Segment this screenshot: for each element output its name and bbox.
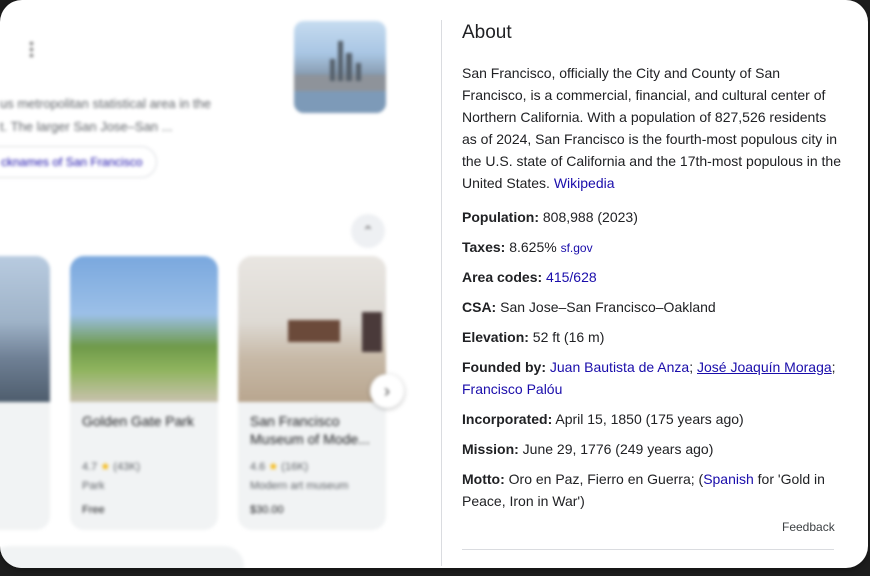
place-price: Free (82, 504, 105, 516)
place-rating: 4.7 ★ (43K) (82, 461, 141, 473)
fact-mission: Mission: June 29, 1776 (249 years ago) (462, 441, 714, 457)
feedback-button[interactable]: Feedback (782, 520, 835, 534)
more-options-icon[interactable] (30, 42, 34, 58)
area-codes-link[interactable]: 415/628 (546, 269, 597, 285)
place-title: San Francisco Museum of Mode... (250, 413, 370, 447)
place-rating: 4.6 ★ (16K) (250, 461, 309, 473)
chevron-up-icon: ⌃ (362, 222, 374, 239)
place-card[interactable]: San Francisco Museum of Mode... 4.6 ★ (1… (238, 256, 386, 530)
place-category: Modern art museum (250, 480, 349, 492)
snippet-line-1: us metropolitan statistical area in the (0, 96, 211, 111)
bottom-divider (462, 549, 834, 550)
wikipedia-link[interactable]: Wikipedia (554, 175, 615, 191)
fact-motto: Motto: Oro en Paz, Fierro en Guerra; (Sp… (462, 471, 825, 509)
place-image (70, 256, 218, 402)
place-card-partial[interactable] (0, 256, 50, 530)
panel-divider (441, 20, 442, 566)
place-image (238, 256, 386, 402)
sf-gov-link[interactable]: sf.gov (561, 241, 593, 255)
fact-incorporated: Incorporated: April 15, 1850 (175 years … (462, 411, 744, 427)
blurred-results-area: us metropolitan statistical area in the … (0, 0, 440, 568)
founder-link-palou[interactable]: Francisco Palóu (462, 381, 562, 397)
founder-link-anza[interactable]: Juan Bautista de Anza (550, 359, 689, 375)
place-card[interactable]: Golden Gate Park 4.7 ★ (43K) Park Free (70, 256, 218, 530)
place-title: Golden Gate Park (82, 413, 195, 429)
about-heading: About (462, 22, 512, 43)
fact-elevation: Elevation: 52 ft (16 m) (462, 329, 605, 345)
spanish-link[interactable]: Spanish (703, 471, 754, 487)
about-description: San Francisco, officially the City and C… (462, 65, 842, 191)
fact-founded-by: Founded by: Juan Bautista de Anza; José … (462, 359, 836, 397)
knowledge-panel-card: us metropolitan statistical area in the … (0, 0, 868, 568)
nicknames-chip[interactable]: cknames of San Francisco (0, 146, 158, 178)
founder-link-moraga[interactable]: José Joaquín Moraga (697, 359, 832, 375)
city-thumbnail[interactable] (294, 21, 386, 113)
fact-area-codes: Area codes: 415/628 (462, 269, 597, 285)
snippet-line-2: t. The larger San Jose–San ... (0, 119, 173, 134)
related-search-pill[interactable] (0, 546, 244, 568)
fact-taxes: Taxes: 8.625% sf.gov (462, 239, 593, 255)
star-icon: ★ (268, 461, 279, 473)
chevron-right-icon: › (384, 380, 390, 401)
carousel-next-button[interactable]: › (370, 374, 404, 408)
fact-population: Population: 808,988 (2023) (462, 209, 638, 225)
collapse-button[interactable]: ⌃ (351, 214, 385, 248)
place-category: Park (82, 480, 105, 492)
fact-csa: CSA: San Jose–San Francisco–Oakland (462, 299, 716, 315)
place-price: $30.00 (250, 504, 284, 516)
star-icon: ★ (100, 461, 111, 473)
